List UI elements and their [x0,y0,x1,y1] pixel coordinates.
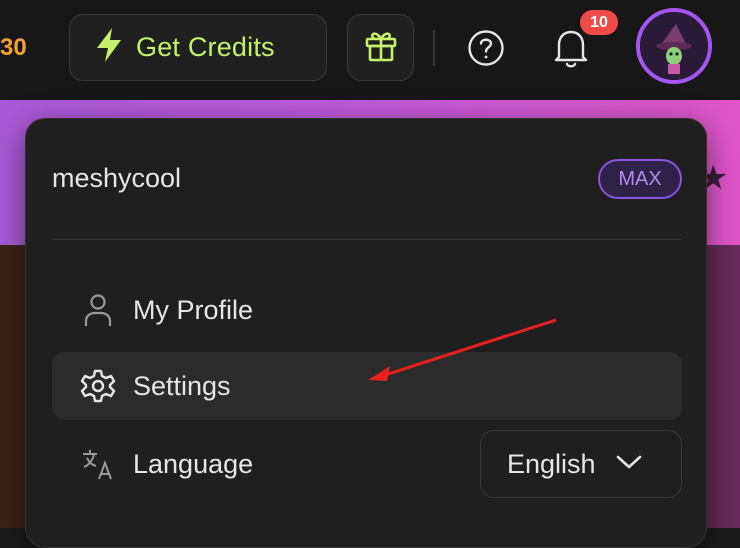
language-select[interactable]: English [480,430,682,498]
credits-count: 30 [0,34,27,61]
menu-item-settings[interactable]: Settings [52,352,682,420]
chevron-down-icon [616,454,642,475]
menu-item-label: Settings [133,370,231,401]
get-credits-button[interactable]: Get Credits [69,14,327,81]
menu-item-label: Language [133,448,254,479]
lightning-icon [94,27,124,68]
bell-icon [551,30,591,74]
menu-item-language: Language English [52,430,682,498]
language-select-value: English [507,448,596,479]
top-bar: 30 Get Credits 10 [0,0,740,100]
get-credits-label: Get Credits [136,32,275,62]
help-button[interactable] [466,28,506,68]
menu-divider [52,239,682,240]
gift-icon [363,27,399,68]
menu-item-my-profile[interactable]: My Profile [52,276,682,344]
account-dropdown-menu: meshycool MAX My Profile Settings Langua… [25,118,707,548]
help-circle-icon [466,30,506,72]
gift-button[interactable] [347,14,414,81]
menu-item-label: My Profile [133,294,254,325]
gear-icon [80,368,116,404]
translate-icon [80,446,116,482]
notification-badge: 10 [580,10,618,35]
username: meshycool [52,163,182,193]
header-divider [433,30,435,66]
user-icon [80,292,116,328]
plan-badge: MAX [598,159,682,199]
avatar[interactable] [636,8,712,84]
